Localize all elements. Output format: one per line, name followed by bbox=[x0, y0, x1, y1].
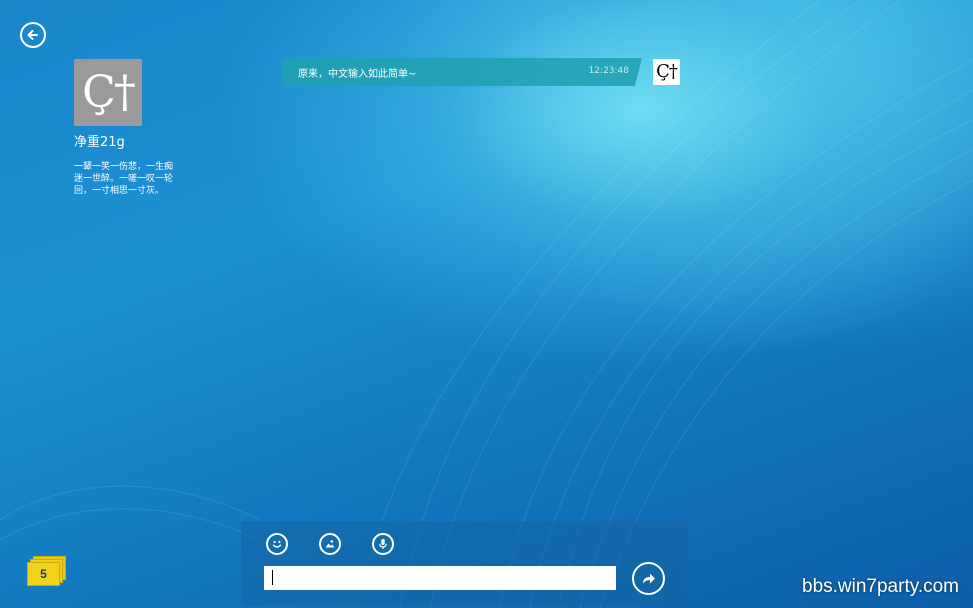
message-bubble: 原来，中文输入如此简单~ 12:23:48 bbox=[282, 58, 642, 86]
profile-bio: 一颦一笑一伤悲，一生痴迷一世醉。一嗟一叹一轮回，一寸相思一寸灰。 bbox=[74, 162, 174, 196]
profile-avatar[interactable]: Ç† bbox=[74, 59, 142, 126]
image-icon bbox=[325, 540, 335, 548]
unread-messages-badge[interactable]: 5 bbox=[27, 556, 67, 590]
send-button[interactable] bbox=[632, 562, 665, 595]
voice-button[interactable] bbox=[372, 533, 394, 555]
site-watermark: bbs.win7party.com bbox=[802, 576, 959, 597]
background-swirl bbox=[0, 0, 973, 608]
back-arrow-icon bbox=[27, 30, 38, 40]
message-timestamp: 12:23:48 bbox=[588, 66, 629, 76]
text-caret bbox=[272, 570, 273, 585]
message-input[interactable] bbox=[264, 566, 616, 590]
back-button[interactable] bbox=[20, 22, 46, 48]
send-arrow-icon bbox=[643, 573, 655, 584]
emoji-button[interactable] bbox=[266, 533, 288, 555]
image-button[interactable] bbox=[319, 533, 341, 555]
profile-name: 净重21g bbox=[74, 135, 125, 150]
smiley-icon bbox=[272, 540, 282, 548]
sender-avatar[interactable]: Ç† bbox=[653, 59, 680, 85]
compose-panel bbox=[241, 521, 687, 605]
microphone-icon bbox=[379, 539, 387, 549]
unread-count: 5 bbox=[40, 567, 47, 581]
message-text: 原来，中文输入如此简单~ bbox=[298, 69, 417, 80]
